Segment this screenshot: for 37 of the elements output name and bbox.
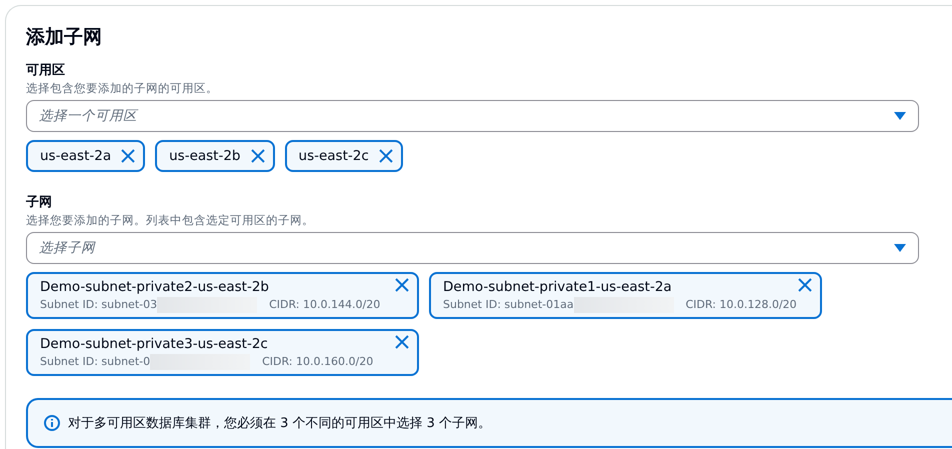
caret-icon (894, 112, 906, 120)
remove-button[interactable] (250, 149, 265, 163)
subnet-id: Subnet ID: subnet-0 (40, 354, 150, 370)
close-icon (395, 278, 409, 292)
select-placeholder: 选择一个可用区 (39, 107, 137, 125)
panel-title: 添加子网 (26, 25, 103, 50)
subnet-name: Demo-subnet-private3-us-east-2c (40, 335, 269, 354)
remove-button[interactable] (395, 335, 409, 349)
token-label: us-east-2b (169, 148, 241, 164)
field-description: 选择您要添加的子网。列表中包含选定可用区的子网。 (26, 212, 315, 228)
remove-button[interactable] (798, 278, 812, 292)
subnet-cidr: CIDR: 10.0.128.0/20 (686, 297, 797, 313)
field-label: 子网 (26, 194, 53, 212)
select-placeholder: 选择子网 (39, 239, 95, 257)
close-icon (250, 149, 265, 163)
subnet-id: Subnet ID: subnet-01aa (443, 297, 574, 313)
subnet-cidr: CIDR: 10.0.144.0/20 (269, 297, 380, 313)
subnet-cidr: CIDR: 10.0.160.0/20 (262, 354, 374, 370)
field-label: 可用区 (26, 62, 66, 80)
remove-button[interactable] (395, 278, 409, 292)
close-icon (121, 149, 136, 163)
close-icon (378, 149, 393, 163)
close-icon (798, 278, 812, 292)
token-label: us-east-2a (40, 148, 112, 164)
subnet-select[interactable]: 选择子网 (26, 232, 919, 264)
remove-button[interactable] (378, 149, 393, 163)
field-description: 选择包含您要添加的子网的可用区。 (26, 80, 219, 96)
subnet-id: Subnet ID: subnet-03 (40, 297, 158, 313)
zone-select[interactable]: 选择一个可用区 (26, 100, 919, 132)
remove-button[interactable] (121, 149, 136, 163)
caret-icon (894, 244, 906, 252)
info-icon (44, 415, 60, 431)
token-label: us-east-2c (298, 148, 369, 164)
close-icon (395, 335, 409, 349)
alert-text: 对于多可用区数据库集群，您必须在 3 个不同的可用区中选择 3 个子网。 (68, 415, 492, 432)
subnet-name: Demo-subnet-private2-us-east-2b (40, 278, 270, 297)
subnet-name: Demo-subnet-private1-us-east-2a (443, 278, 673, 297)
